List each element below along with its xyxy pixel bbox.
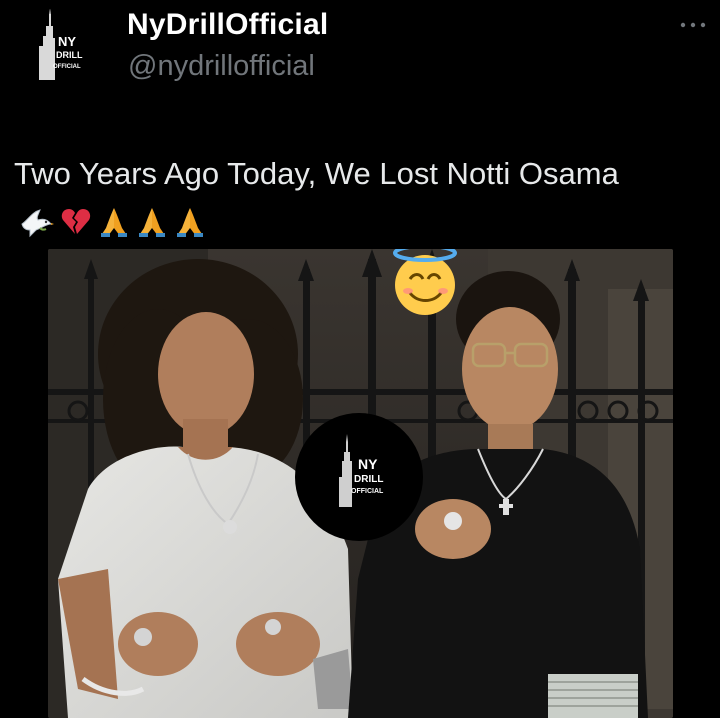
svg-text:NY: NY (58, 34, 76, 49)
dove-emoji (21, 209, 54, 238)
svg-text:NY: NY (358, 456, 378, 472)
display-name[interactable]: NyDrillOfficial (127, 8, 328, 42)
more-options-icon (680, 22, 706, 28)
tweet-header: NY DRILL OFFICIAL NyDrillOfficial @nydri… (0, 0, 720, 100)
tweet-media-photo[interactable]: NY DRILL OFFICIAL (48, 249, 673, 718)
smiling-face-with-halo-emoji (393, 249, 457, 315)
broken-heart-emoji (61, 209, 91, 234)
svg-text:DRILL: DRILL (354, 474, 383, 485)
nydrill-logo: NY DRILL OFFICIAL (22, 6, 110, 94)
tweet-text-content: Two Years Ago Today, We Lost Notti Osama (14, 156, 619, 191)
avatar[interactable]: NY DRILL OFFICIAL (22, 6, 110, 94)
svg-text:DRILL: DRILL (56, 50, 83, 60)
tweet-text: Two Years Ago Today, We Lost Notti Osama (14, 150, 704, 246)
nydrill-watermark-logo: NY DRILL OFFICIAL (295, 413, 423, 541)
user-handle[interactable]: @nydrillofficial (128, 50, 315, 83)
svg-text:OFFICIAL: OFFICIAL (53, 64, 81, 70)
folded-hands-emoji (101, 208, 127, 237)
more-options-button[interactable] (676, 10, 710, 40)
folded-hands-emoji (177, 208, 203, 237)
emoji-row (18, 206, 206, 238)
folded-hands-emoji (139, 208, 165, 237)
photo: NY DRILL OFFICIAL (48, 249, 673, 718)
svg-text:OFFICIAL: OFFICIAL (351, 488, 384, 495)
